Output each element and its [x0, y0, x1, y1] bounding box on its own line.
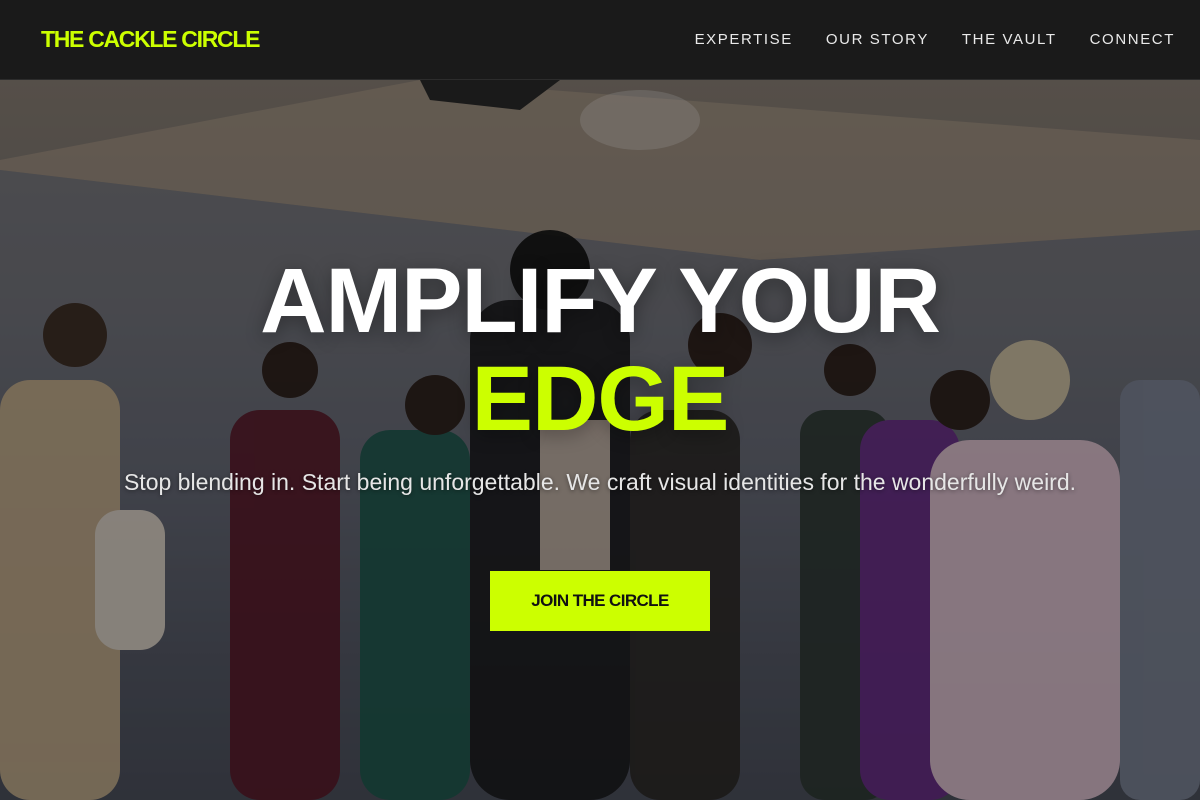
hero-title-line-1: AMPLIFY YOUR — [260, 250, 941, 352]
hero-content: AMPLIFY YOUR EDGE Stop blending in. Star… — [0, 80, 1200, 800]
join-the-circle-button[interactable]: JOIN THE CIRCLE — [490, 571, 710, 631]
nav-link-our-story[interactable]: OUR STORY — [826, 31, 929, 48]
nav-link-expertise[interactable]: EXPERTISE — [695, 31, 793, 48]
nav-link-connect[interactable]: CONNECT — [1090, 31, 1175, 48]
nav-link-the-vault[interactable]: THE VAULT — [962, 31, 1057, 48]
brand-logo[interactable]: THE CACKLE CIRCLE — [41, 26, 260, 53]
hero-title: AMPLIFY YOUR EDGE — [0, 252, 1200, 448]
main-nav: EXPERTISE OUR STORY THE VAULT CONNECT — [662, 31, 1175, 48]
hero-section: AMPLIFY YOUR EDGE Stop blending in. Star… — [0, 80, 1200, 800]
navbar: THE CACKLE CIRCLE EXPERTISE OUR STORY TH… — [0, 0, 1200, 80]
hero-subtitle: Stop blending in. Start being unforgetta… — [123, 469, 1077, 495]
hero-title-line-2: EDGE — [471, 348, 730, 450]
